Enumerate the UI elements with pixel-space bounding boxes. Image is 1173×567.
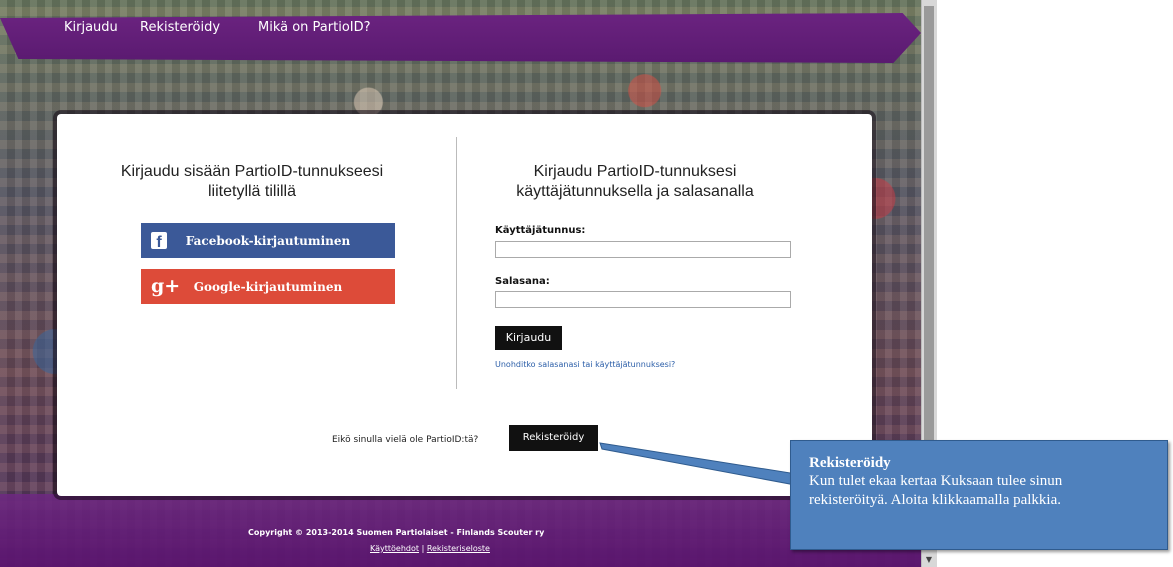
- callout-text: Kun tulet ekaa kertaa Kuksaan tulee sinu…: [809, 473, 1063, 508]
- annotation-callout: Rekisteröidy Kun tulet ekaa kertaa Kuksa…: [790, 440, 1168, 550]
- callout-title: Rekisteröidy: [809, 455, 891, 471]
